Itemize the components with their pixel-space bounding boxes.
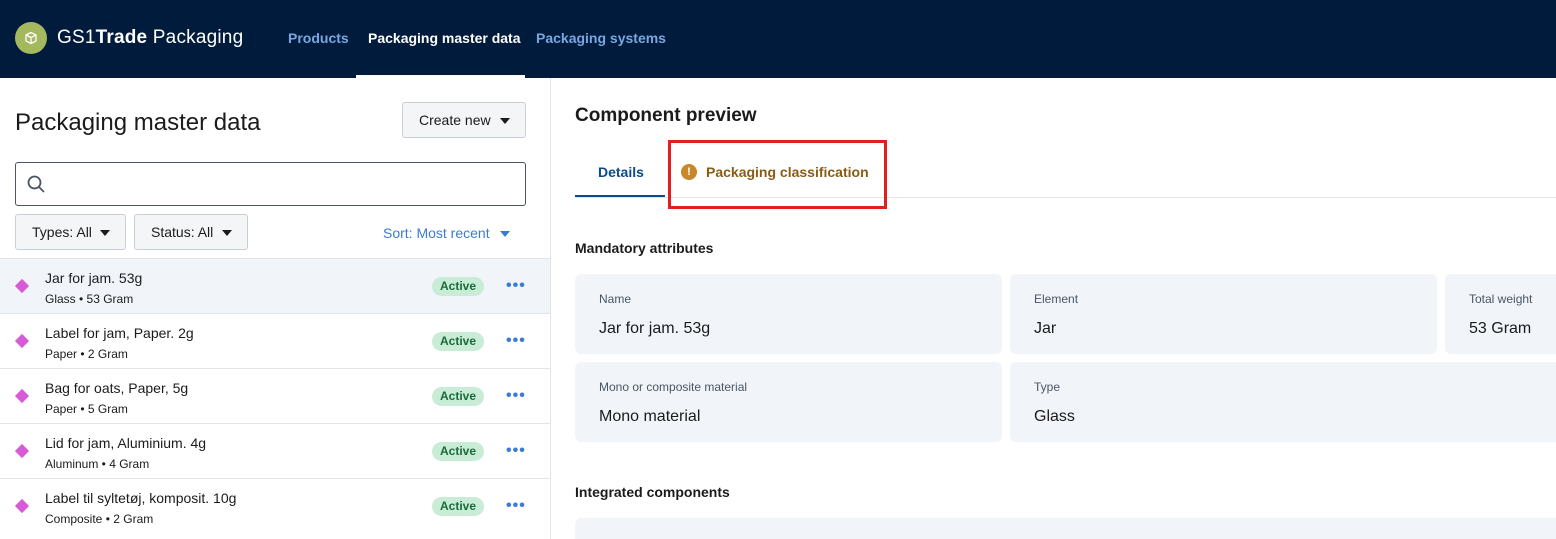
attribute-value: Jar [1034, 320, 1057, 337]
list-item[interactable]: Label for jam, Paper. 2g Paper • 2 Gram … [0, 313, 550, 368]
list-item[interactable]: Lid for jam, Aluminium. 4g Aluminum • 4 … [0, 423, 550, 478]
attribute-value: Mono material [599, 408, 701, 425]
brand-prefix: GS1 [57, 27, 96, 48]
attribute-card-total-weight: Total weight 53 Gram [1445, 274, 1556, 354]
status-badge: Active [432, 442, 485, 461]
search-icon [27, 175, 45, 198]
status-badge: Active [432, 497, 485, 516]
integrated-components-heading: Integrated components [575, 484, 730, 500]
types-filter-label: Types: All [32, 224, 92, 240]
integrated-components-card [575, 518, 1556, 539]
attribute-label: Element [1034, 292, 1079, 306]
attribute-value: 53 Gram [1469, 320, 1532, 337]
list-item-title: Lid for jam, Aluminium. 4g [45, 435, 207, 451]
more-options-icon[interactable]: ••• [506, 387, 526, 405]
list-item-title: Label til syltetøj, komposit. 10g [45, 490, 237, 506]
highlight-annotation-box [668, 140, 887, 209]
attribute-card-material: Mono or composite material Mono material [575, 362, 1002, 442]
mandatory-attributes-heading: Mandatory attributes [575, 240, 714, 256]
component-type-diamond-icon [14, 443, 30, 459]
search-input[interactable] [15, 162, 526, 206]
status-badge: Active [432, 277, 485, 296]
attribute-card-type: Type Glass [1010, 362, 1556, 442]
nav-packaging-master-data[interactable]: Packaging master data [368, 30, 521, 46]
component-type-diamond-icon [14, 333, 30, 349]
more-options-icon[interactable]: ••• [506, 497, 526, 515]
list-item-title: Bag for oats, Paper, 5g [45, 380, 189, 396]
packaging-list: Jar for jam. 53g Glass • 53 Gram Active … [0, 258, 550, 533]
attribute-card-element: Element Jar [1010, 274, 1437, 354]
master-data-list-panel: Packaging master data Create new Types: … [0, 78, 551, 539]
status-filter-label: Status: All [151, 224, 214, 240]
chevron-down-icon [500, 118, 510, 124]
top-navigation-bar: GS1Trade Packaging Products Packaging ma… [0, 0, 1556, 78]
list-item-subtitle: Aluminum • 4 Gram [45, 457, 150, 471]
attribute-label: Name [599, 292, 632, 306]
more-options-icon[interactable]: ••• [506, 442, 526, 460]
brand-bold: Trade [95, 27, 148, 48]
more-options-icon[interactable]: ••• [506, 277, 526, 295]
component-type-diamond-icon [14, 498, 30, 514]
list-item-subtitle: Composite • 2 Gram [45, 512, 154, 526]
list-item[interactable]: Jar for jam. 53g Glass • 53 Gram Active … [0, 258, 550, 313]
attribute-value: Glass [1034, 408, 1075, 425]
attribute-value: Jar for jam. 53g [599, 320, 711, 337]
page-title: Packaging master data [15, 109, 261, 136]
status-badge: Active [432, 332, 485, 351]
list-item-subtitle: Glass • 53 Gram [45, 292, 134, 306]
chevron-down-icon [100, 230, 110, 236]
component-type-diamond-icon [14, 388, 30, 404]
attribute-label: Total weight [1469, 292, 1533, 306]
list-item-title: Jar for jam. 53g [45, 270, 143, 286]
nav-packaging-systems[interactable]: Packaging systems [536, 30, 666, 46]
sort-label: Sort: Most recent [383, 225, 490, 241]
attribute-label: Mono or composite material [599, 380, 748, 394]
nav-products[interactable]: Products [288, 30, 349, 46]
status-badge: Active [432, 387, 485, 406]
attribute-label: Type [1034, 380, 1061, 394]
list-item-subtitle: Paper • 2 Gram [45, 347, 128, 361]
list-item[interactable]: Bag for oats, Paper, 5g Paper • 5 Gram A… [0, 368, 550, 423]
list-item-title: Label for jam, Paper. 2g [45, 325, 194, 341]
create-new-label: Create new [419, 112, 491, 128]
gs1-logo-icon[interactable] [15, 22, 47, 54]
chevron-down-icon [499, 231, 510, 238]
preview-title: Component preview [575, 105, 757, 126]
create-new-button[interactable]: Create new [402, 102, 526, 138]
component-type-diamond-icon [14, 278, 30, 294]
tab-details[interactable]: Details [598, 164, 644, 180]
chevron-down-icon [222, 230, 232, 236]
active-tab-indicator [575, 195, 665, 197]
list-item-subtitle: Paper • 5 Gram [45, 402, 128, 416]
sort-dropdown[interactable]: Sort: Most recent [383, 225, 510, 241]
types-filter-dropdown[interactable]: Types: All [15, 214, 126, 250]
brand-suffix: Packaging [147, 27, 244, 48]
component-preview-panel: Component preview Details ! Packaging cl… [551, 78, 1556, 539]
brand-name[interactable]: GS1Trade Packaging [57, 27, 243, 49]
more-options-icon[interactable]: ••• [506, 332, 526, 350]
list-item[interactable]: Label til syltetøj, komposit. 10g Compos… [0, 478, 550, 533]
attribute-card-name: Name Jar for jam. 53g [575, 274, 1002, 354]
status-filter-dropdown[interactable]: Status: All [134, 214, 248, 250]
